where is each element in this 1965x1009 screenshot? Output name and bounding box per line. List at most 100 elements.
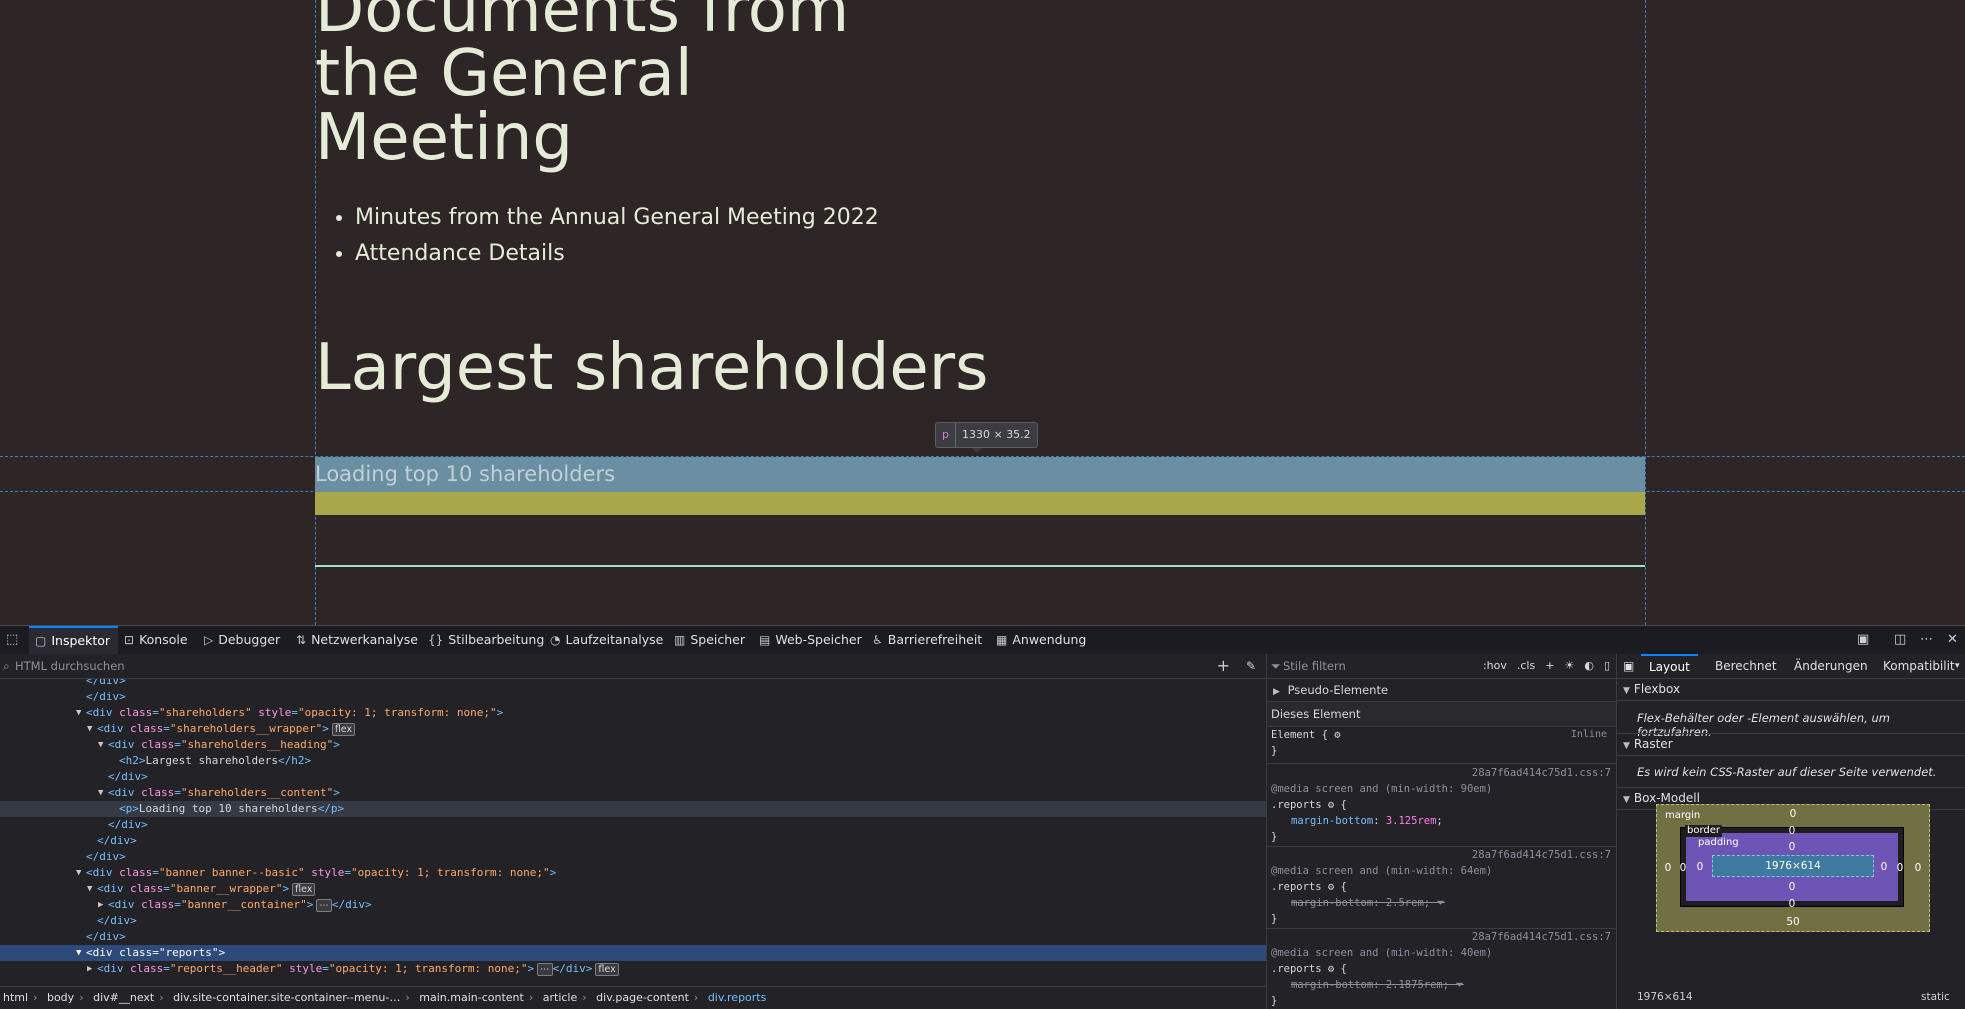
- breadcrumb-item[interactable]: main.main-content: [419, 991, 524, 1004]
- close-icon[interactable]: ✕: [1947, 626, 1958, 654]
- markup-line[interactable]: ▼ <div class="shareholders__wrapper"> fle…: [0, 721, 1266, 737]
- tab-console[interactable]: ⊡ Konsole: [124, 626, 188, 654]
- collapse-toggle-icon[interactable]: ▼: [76, 865, 81, 881]
- box-model-margin[interactable]: margin 0 50 0 0 border 0 0 0 0 padding 0…: [1656, 804, 1930, 932]
- breadcrumb-item[interactable]: article: [543, 991, 578, 1004]
- markup-line[interactable]: <h2>Largest shareholders</h2>: [0, 753, 1266, 769]
- padding-bottom-value[interactable]: 0: [1785, 881, 1799, 893]
- more-options-icon[interactable]: ⋯: [1920, 626, 1933, 654]
- tab-compatibility[interactable]: Kompatibilit: [1883, 654, 1955, 678]
- padding-right-value[interactable]: 0: [1877, 861, 1891, 873]
- pseudo-elements-section[interactable]: ▶ Pseudo-Elemente: [1267, 679, 1616, 702]
- markup-line[interactable]: ▼ <div class="banner__wrapper"> flex: [0, 881, 1266, 897]
- padding-top-value[interactable]: 0: [1785, 841, 1799, 853]
- tab-style-editor[interactable]: {} Stilbearbeitung: [428, 626, 544, 654]
- markup-line[interactable]: </div>: [0, 689, 1266, 705]
- collapsed-content-badge[interactable]: ⋯: [316, 899, 332, 912]
- rule-source-link[interactable]: 28a7f6ad414c75d1.css:7: [1271, 929, 1611, 945]
- element-picker-icon[interactable]: ⬚: [6, 626, 18, 654]
- property-value[interactable]: 2.1875rem: [1386, 979, 1443, 991]
- rule-source-link[interactable]: 28a7f6ad414c75d1.css:7: [1271, 847, 1611, 863]
- grid-section-header[interactable]: ▼ Raster: [1617, 733, 1965, 756]
- breadcrumb-item[interactable]: body: [47, 991, 74, 1004]
- margin-right-value[interactable]: 0: [1911, 862, 1925, 874]
- eyedropper-icon[interactable]: ✎: [1246, 654, 1256, 678]
- property-name[interactable]: margin-bottom: [1291, 815, 1373, 827]
- property-name[interactable]: margin-bottom: [1291, 897, 1373, 909]
- tab-accessibility[interactable]: ♿ Barrierefreiheit: [872, 626, 982, 654]
- markup-line[interactable]: </div>: [0, 679, 1266, 689]
- collapse-toggle-icon[interactable]: ▼: [76, 705, 81, 721]
- flex-badge[interactable]: flex: [292, 883, 316, 896]
- margin-left-value[interactable]: 0: [1661, 862, 1675, 874]
- markup-line[interactable]: ▶ <div class="banner__container"> ⋯ </div>: [0, 897, 1266, 913]
- collapse-toggle-icon[interactable]: ▼: [87, 881, 92, 897]
- box-model-padding[interactable]: padding 0 0 0 0 1976×614: [1686, 833, 1898, 901]
- markup-line[interactable]: ▼ <div class="shareholders__content">: [0, 785, 1266, 801]
- breadcrumb-item[interactable]: html: [3, 991, 28, 1004]
- rule-source-link[interactable]: 28a7f6ad414c75d1.css:7: [1271, 765, 1611, 781]
- add-rule-icon[interactable]: +: [1545, 654, 1554, 678]
- toggle-sidebar-icon[interactable]: ▣: [1623, 654, 1634, 678]
- element-rule[interactable]: Element { ⚙ Inline }: [1271, 727, 1611, 759]
- tab-memory[interactable]: ▥ Speicher: [674, 626, 745, 654]
- box-model-content[interactable]: 1976×614: [1712, 855, 1874, 877]
- markup-line[interactable]: </div>: [0, 849, 1266, 865]
- styles-filter-input[interactable]: Stile filtern: [1283, 654, 1346, 678]
- tab-performance[interactable]: ◔ Laufzeitanalyse: [550, 626, 663, 654]
- box-model-border[interactable]: border 0 0 0 0 padding 0 0 0 0 1976×614: [1680, 825, 1907, 910]
- gear-icon[interactable]: ⚙: [1328, 963, 1334, 975]
- collapse-toggle-icon[interactable]: ▼: [98, 737, 103, 753]
- print-media-icon[interactable]: ▯: [1604, 654, 1610, 678]
- markup-line[interactable]: </div>: [0, 913, 1266, 929]
- css-rule[interactable]: 28a7f6ad414c75d1.css:7 @media screen and…: [1271, 847, 1611, 927]
- filter-icon[interactable]: ⏷: [1436, 897, 1444, 909]
- hov-toggle[interactable]: :hov: [1483, 654, 1507, 678]
- tab-application[interactable]: ▦ Anwendung: [996, 626, 1086, 654]
- collapse-toggle-icon[interactable]: ▼: [76, 945, 81, 961]
- tab-network[interactable]: ⇅ Netzwerkanalyse: [296, 626, 418, 654]
- property-value[interactable]: 3.125rem: [1386, 815, 1437, 827]
- split-console-icon[interactable]: ▣: [1857, 626, 1869, 654]
- flex-badge[interactable]: flex: [595, 963, 619, 976]
- tab-debugger[interactable]: ▷ Debugger: [204, 626, 280, 654]
- css-rule[interactable]: 28a7f6ad414c75d1.css:7 @media screen and…: [1271, 929, 1611, 1009]
- property-value[interactable]: 2.5rem: [1386, 897, 1424, 909]
- html-search-input[interactable]: HTML durchsuchen: [15, 654, 125, 678]
- tab-inspector[interactable]: ▢ Inspektor: [29, 626, 119, 654]
- collapse-toggle-icon[interactable]: ▼: [98, 785, 103, 801]
- markup-line[interactable]: </div>: [0, 769, 1266, 785]
- markup-line[interactable]: </div>: [0, 817, 1266, 833]
- gear-icon[interactable]: ⚙: [1328, 799, 1334, 811]
- light-mode-icon[interactable]: ☀: [1564, 654, 1574, 678]
- flex-badge[interactable]: flex: [331, 723, 356, 736]
- tab-storage[interactable]: ▤ Web-Speicher: [759, 626, 862, 654]
- tab-layout[interactable]: Layout: [1641, 654, 1698, 678]
- markup-line-hovered[interactable]: <p>Loading top 10 shareholders</p>: [0, 801, 1266, 817]
- expand-toggle-icon[interactable]: ▶: [87, 961, 92, 977]
- highlighted-paragraph[interactable]: Loading top 10 shareholders: [315, 457, 1645, 492]
- breadcrumb-item[interactable]: div.page-content: [596, 991, 689, 1004]
- padding-left-value[interactable]: 0: [1693, 861, 1707, 873]
- border-right-value[interactable]: 0: [1893, 862, 1907, 874]
- filter-icon[interactable]: ⏷: [1455, 979, 1463, 991]
- border-left-value[interactable]: 0: [1676, 862, 1690, 874]
- breadcrumb-item-current[interactable]: div.reports: [708, 991, 767, 1004]
- markup-line[interactable]: </div>: [0, 929, 1266, 945]
- collapse-toggle-icon[interactable]: ▼: [87, 721, 92, 737]
- markup-line[interactable]: </div>: [0, 833, 1266, 849]
- markup-line[interactable]: ▶ <div class="reports__header" style="op…: [0, 961, 1266, 977]
- margin-top-value[interactable]: 0: [1786, 808, 1800, 820]
- dark-mode-icon[interactable]: ◐: [1584, 654, 1594, 678]
- css-rule[interactable]: 28a7f6ad414c75d1.css:7 @media screen and…: [1271, 765, 1611, 845]
- document-link[interactable]: Attendance Details: [355, 236, 879, 272]
- border-top-value[interactable]: 0: [1785, 825, 1799, 837]
- markup-line-selected[interactable]: ▼ <div class="reports">: [0, 945, 1266, 961]
- collapsed-content-badge[interactable]: ⋯: [537, 963, 553, 976]
- property-name[interactable]: margin-bottom: [1291, 979, 1373, 991]
- gear-icon[interactable]: ⚙: [1334, 729, 1340, 741]
- breadcrumb-item[interactable]: div.site-container.site-container--menu-…: [173, 991, 400, 1004]
- tab-changes[interactable]: Änderungen: [1794, 654, 1868, 678]
- document-link[interactable]: Minutes from the Annual General Meeting …: [355, 200, 879, 236]
- tab-computed[interactable]: Berechnet: [1715, 654, 1777, 678]
